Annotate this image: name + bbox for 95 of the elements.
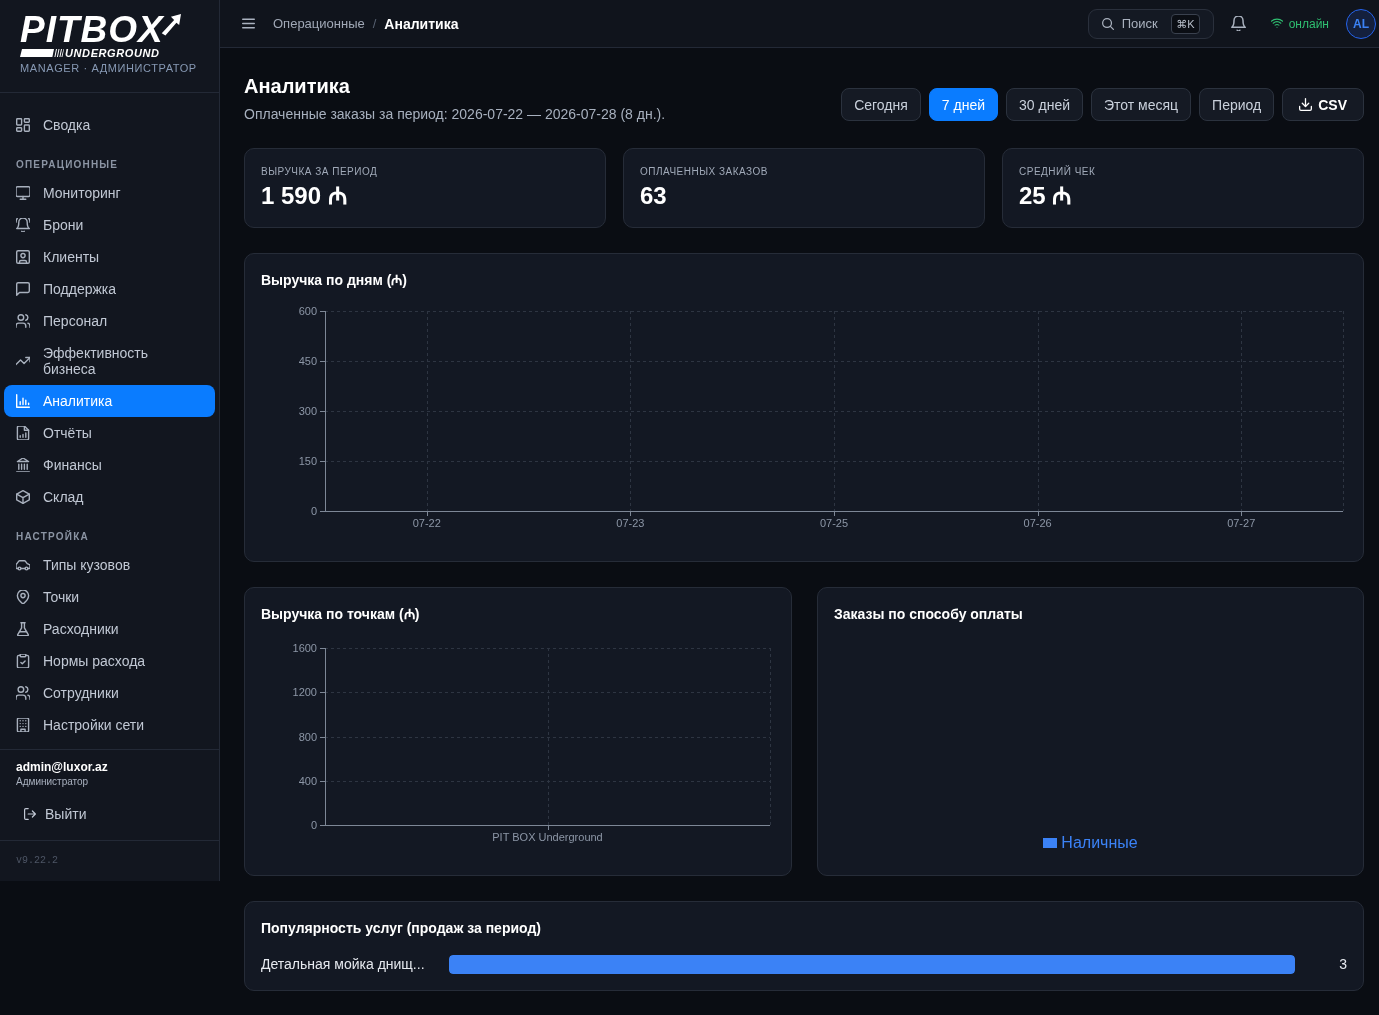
service-name: Детальная мойка днищ... bbox=[261, 955, 426, 974]
box-icon bbox=[16, 490, 30, 504]
stat-value: 63 bbox=[640, 182, 668, 210]
bell-icon bbox=[1231, 16, 1247, 31]
nav-item[interactable]: Точки bbox=[4, 581, 215, 613]
breadcrumb-current: Аналитика bbox=[384, 15, 459, 32]
stat-value: 1 590 ₼ bbox=[261, 182, 348, 210]
stat-label: СРЕДНИЙ ЧЕК bbox=[1019, 166, 1097, 178]
date-range-button[interactable]: Сегодня bbox=[841, 88, 921, 121]
sales-count: 3 bbox=[1339, 955, 1347, 974]
axis-category-label: 07-23 bbox=[616, 517, 645, 529]
menu-icon bbox=[242, 17, 255, 30]
nav-section-heading: НАСТРОЙКА bbox=[15, 529, 90, 544]
nav-item[interactable]: Типы кузовов bbox=[4, 549, 215, 581]
stat-label: ВЫРУЧКА ЗА ПЕРИОД bbox=[261, 166, 379, 178]
stat-label: ОПЛАЧЕННЫХ ЗАКАЗОВ bbox=[640, 166, 769, 178]
building-icon bbox=[16, 718, 30, 732]
chat-bubble-icon bbox=[16, 282, 30, 296]
menu-button[interactable] bbox=[242, 17, 255, 30]
search-icon bbox=[1101, 17, 1114, 30]
axis-tick-label: 1200 bbox=[292, 686, 317, 699]
card-title: Популярность услуг (продаж за период) bbox=[261, 919, 542, 938]
bank-icon bbox=[16, 458, 30, 472]
breadcrumb-separator: / bbox=[372, 16, 377, 31]
nav-item[interactable]: Персонал bbox=[4, 305, 215, 337]
version-label: v9.22.2 bbox=[15, 854, 59, 868]
date-range-button[interactable]: 7 дней bbox=[928, 88, 998, 121]
search-button[interactable]: Поиск ⌘K bbox=[1087, 8, 1214, 39]
contact-card-icon bbox=[16, 250, 30, 264]
trend-chart-icon bbox=[16, 354, 30, 368]
date-range-button[interactable]: Период bbox=[1199, 88, 1275, 121]
nav-item[interactable]: Сотрудники bbox=[4, 677, 215, 709]
alarm-bell-icon bbox=[16, 218, 30, 232]
nav-item[interactable]: Настройки сети bbox=[4, 709, 215, 741]
nav-item[interactable]: Мониторинг bbox=[4, 177, 215, 209]
wifi-icon bbox=[1270, 17, 1283, 30]
page-subtitle: Оплаченные заказы за период: 2026-07-22 — 2026-07-28 (8 дн.). bbox=[244, 105, 666, 124]
user-avatar[interactable]: AL bbox=[1346, 8, 1376, 39]
nav-item[interactable]: Склад bbox=[4, 481, 215, 513]
page-title: Аналитика bbox=[244, 74, 351, 98]
axis-tick-label: 600 bbox=[298, 305, 317, 317]
nav-item[interactable]: Поддержка bbox=[4, 273, 215, 305]
export-csv-button[interactable]: CSV bbox=[1282, 88, 1364, 121]
flask-icon bbox=[16, 622, 30, 636]
axis-category-label: 07-25 bbox=[819, 517, 849, 529]
axis-category-label: PIT BOX Underground bbox=[492, 831, 603, 843]
nav-section-heading: ОПЕРАЦИОННЫЕ bbox=[15, 158, 120, 172]
monitor-icon bbox=[16, 186, 30, 200]
nav-item[interactable]: Финансы bbox=[4, 449, 215, 481]
logout-icon bbox=[24, 808, 36, 820]
nav-item[interactable]: Нормы расхода bbox=[4, 645, 215, 677]
grid-icon bbox=[16, 118, 30, 132]
axis-tick-label: 0 bbox=[310, 819, 317, 831]
user-role: Администратор bbox=[16, 775, 90, 789]
nav-item[interactable]: Аналитика bbox=[4, 385, 215, 417]
app-tagline: MANAGER · АДМИНИСТРАТОР bbox=[20, 62, 198, 75]
users-icon bbox=[16, 314, 30, 328]
logo-subline: UNDERGROUND bbox=[65, 48, 160, 58]
nav-item[interactable]: Расходники bbox=[4, 613, 215, 645]
date-range-button[interactable]: Этот месяц bbox=[1091, 88, 1192, 121]
document-chart-icon bbox=[16, 426, 30, 440]
axis-category-label: 07-26 bbox=[1023, 517, 1052, 529]
axis-tick-label: 300 bbox=[298, 405, 317, 417]
users-icon bbox=[16, 686, 30, 700]
axis-tick-label: 400 bbox=[298, 774, 317, 787]
logo-wordmark: PITBOX bbox=[20, 13, 164, 47]
clipboard-check-icon bbox=[16, 654, 30, 668]
nav-item[interactable]: Брони bbox=[4, 209, 215, 241]
bar-chart-icon bbox=[16, 394, 30, 408]
user-email: admin@luxor.az bbox=[16, 759, 109, 775]
legend-label: Наличные bbox=[1061, 833, 1138, 853]
chart-title: Выручка по дням (₼) bbox=[261, 271, 408, 290]
stripes-icon bbox=[20, 49, 64, 57]
axis-tick-label: 1600 bbox=[292, 642, 317, 654]
axis-category-label: 07-27 bbox=[1227, 517, 1256, 529]
nav-item[interactable]: Эффективность бизнеса bbox=[4, 337, 215, 385]
map-pin-icon bbox=[16, 590, 30, 604]
stat-value: 25 ₼ bbox=[1019, 182, 1073, 210]
logout-button[interactable]: Выйти bbox=[16, 798, 95, 830]
axis-category-label: 07-22 bbox=[412, 517, 441, 529]
breadcrumb-link[interactable]: Операционные bbox=[273, 16, 365, 31]
axis-tick-label: 0 bbox=[310, 505, 317, 517]
nav-item[interactable]: Клиенты bbox=[4, 241, 215, 273]
connection-status: онлайн bbox=[1270, 16, 1329, 31]
chart-title: Заказы по способу оплаты bbox=[834, 605, 1024, 624]
nav-item[interactable]: Отчёты bbox=[4, 417, 215, 449]
car-icon bbox=[16, 558, 30, 572]
date-range-button[interactable]: 30 дней bbox=[1006, 88, 1083, 121]
download-icon bbox=[1299, 98, 1313, 111]
nav-item[interactable]: Сводка bbox=[4, 109, 215, 141]
chart-title: Выручка по точкам (₼) bbox=[261, 605, 421, 624]
shortcut-key: ⌘K bbox=[1171, 13, 1200, 34]
axis-tick-label: 150 bbox=[298, 455, 317, 467]
axis-tick-label: 450 bbox=[298, 355, 317, 367]
axis-tick-label: 800 bbox=[298, 730, 317, 743]
